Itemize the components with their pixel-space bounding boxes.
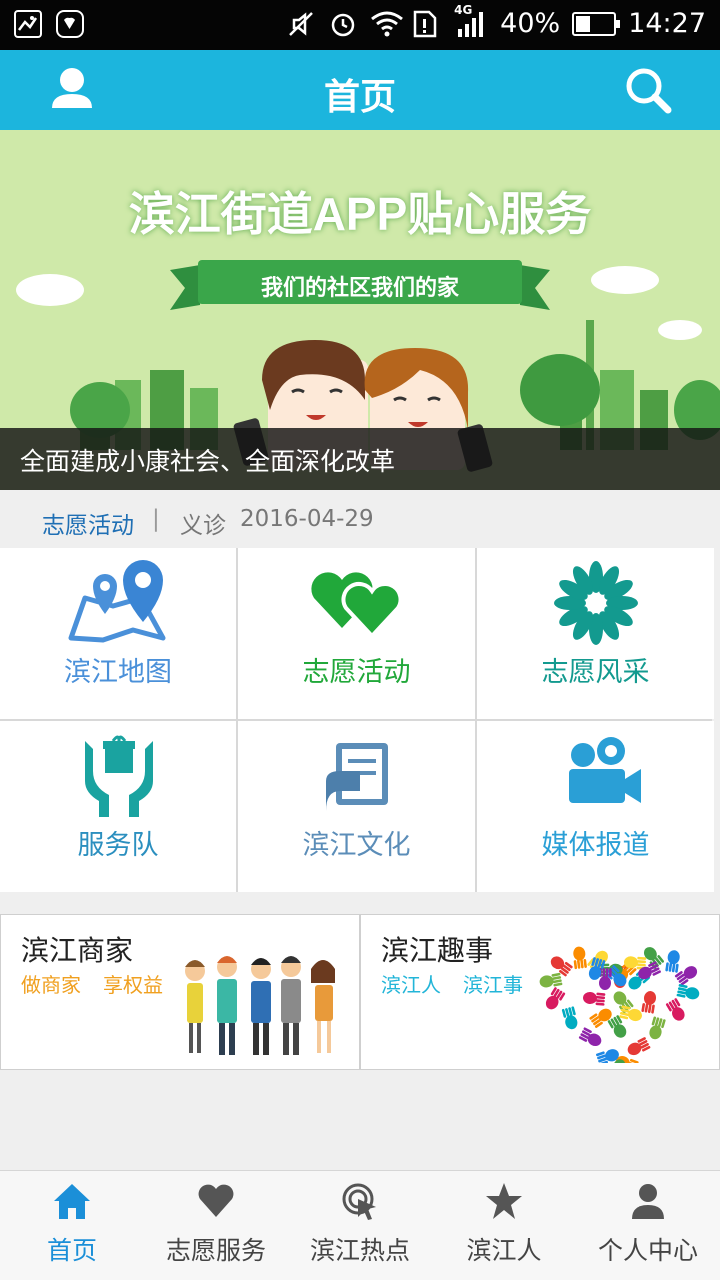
flower-icon: [553, 561, 638, 645]
grid-item-service-team[interactable]: 服务队: [0, 721, 236, 892]
nav-label: 志愿服务: [165, 1236, 266, 1265]
book-icon: [325, 743, 388, 811]
promo-title: 滨江商家: [21, 934, 134, 967]
people-illustration: [185, 956, 335, 1055]
grid-item-volunteer-activity[interactable]: 志愿活动: [238, 548, 475, 719]
feature-grid: 滨江地图 志愿活动 志愿风采 服务队 滨江文化 媒体报道: [0, 548, 714, 892]
nav-home[interactable]: 首页: [0, 1171, 144, 1280]
grid-item-map[interactable]: 滨江地图: [0, 548, 236, 719]
nav-binjiang-people[interactable]: 滨江人: [432, 1171, 576, 1280]
banner-caption: 全面建成小康社会、全面深化改革: [20, 447, 396, 476]
status-left-icons: [14, 10, 84, 38]
ticker-category: 志愿活动: [42, 513, 134, 539]
nav-volunteer-service[interactable]: 志愿服务: [144, 1171, 288, 1280]
nav-hotspots[interactable]: 滨江热点: [288, 1171, 432, 1280]
nav-label: 首页: [46, 1236, 97, 1265]
ticker-title: 义诊: [180, 513, 226, 539]
image-icon: [14, 10, 42, 38]
promo-subtitle: 滨江人 滨江事: [381, 969, 523, 998]
hearts-icon: [310, 572, 403, 639]
hero-banner[interactable]: 滨江街道APP贴心服务 我们的社区我们的家 全面建成小康社会、全面深化改革: [0, 130, 720, 490]
bottom-navigation: 首页 志愿服务 滨江热点 滨江人 个人中心: [0, 1170, 720, 1280]
grid-label: 志愿风采: [541, 657, 650, 688]
star-icon: [486, 1183, 522, 1219]
promo-sub-item: 做商家: [21, 973, 81, 997]
alarm-icon: [328, 9, 358, 39]
nav-label: 个人中心: [597, 1236, 698, 1265]
promo-sub-item: 滨江人: [381, 973, 441, 997]
nav-label: 滨江热点: [309, 1236, 410, 1265]
promo-merchants[interactable]: 滨江商家 做商家 享权益: [0, 914, 360, 1070]
search-icon: [626, 68, 672, 114]
grid-label: 服务队: [77, 830, 159, 861]
search-button[interactable]: [620, 62, 676, 118]
person-icon: [632, 1184, 664, 1219]
status-right: 4G 40% 14:27: [286, 3, 706, 39]
hands-heart-illustration: [539, 946, 700, 1063]
signal-icon: 4G: [454, 3, 488, 39]
grid-label: 滨江文化: [302, 830, 411, 861]
home-icon: [54, 1184, 90, 1219]
grid-label: 媒体报道: [541, 830, 650, 861]
heart-icon: [198, 1184, 234, 1217]
status-bar: 4G 40% 14:27: [0, 0, 720, 50]
ticker-separator: |: [152, 506, 160, 532]
video-camera-icon: [568, 737, 641, 803]
app-header: 首页: [0, 50, 720, 130]
page-title: 首页: [323, 77, 396, 118]
promo-sub-item: 享权益: [103, 973, 163, 997]
news-ticker[interactable]: 志愿活动 | 义诊 2016-04-29: [0, 490, 720, 548]
battery-percent: 40%: [500, 8, 561, 39]
hotspot-icon: [342, 1183, 376, 1220]
battery-level: [576, 15, 591, 32]
nav-label: 滨江人: [466, 1236, 542, 1265]
battery-icon: [572, 11, 621, 36]
mute-icon: [286, 9, 316, 39]
promo-title: 滨江趣事: [381, 934, 494, 967]
huawei-icon: [56, 10, 84, 38]
ticker-date: 2016-04-29: [240, 506, 374, 532]
wifi-icon: [370, 9, 404, 39]
grid-item-culture[interactable]: 滨江文化: [238, 721, 475, 892]
grid-label: 志愿活动: [302, 657, 411, 688]
clock: 14:27: [628, 8, 706, 39]
grid-item-volunteer-showcase[interactable]: 志愿风采: [477, 548, 714, 719]
sim-alert-icon: [412, 9, 442, 39]
promo-subtitle: 做商家 享权益: [21, 969, 163, 998]
grid-item-media[interactable]: 媒体报道: [477, 721, 714, 892]
grid-label: 滨江地图: [64, 657, 172, 688]
banner-caption-bar: 全面建成小康社会、全面深化改革: [0, 428, 720, 490]
nav-personal-center[interactable]: 个人中心: [576, 1171, 720, 1280]
banner-ribbon-text: 我们的社区我们的家: [260, 276, 459, 301]
promo-sub-item: 滨江事: [463, 973, 523, 997]
map-pin-icon: [68, 560, 166, 643]
gift-hands-icon: [85, 735, 153, 817]
promo-fun-stories[interactable]: 滨江趣事 滨江人 滨江事: [360, 914, 720, 1070]
banner-headline: 滨江街道APP贴心服务: [128, 188, 592, 240]
